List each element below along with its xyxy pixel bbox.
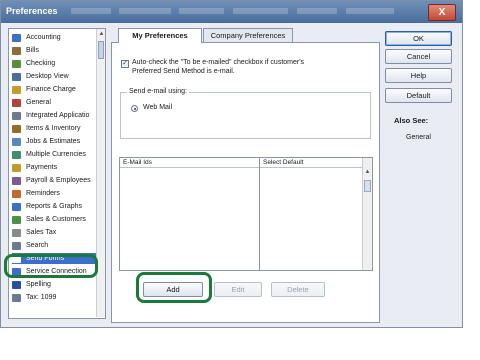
tab-my-preferences[interactable]: My Preferences: [118, 28, 202, 43]
title-bar[interactable]: Preferences X: [1, 1, 462, 23]
sidebar-scroll-thumb[interactable]: [98, 41, 104, 59]
sidebar-item-payroll-employees[interactable]: Payroll & Employees: [12, 175, 100, 186]
sidebar-item-reminders[interactable]: Reminders: [12, 188, 100, 199]
sidebar-item-label: General: [26, 99, 51, 106]
title-bar-background-menu: [71, 8, 111, 14]
sidebar-item-tax-1099[interactable]: Tax: 1099: [12, 292, 100, 303]
payments-icon: [12, 163, 21, 172]
sidebar-item-jobs-estimates[interactable]: Jobs & Estimates: [12, 136, 100, 147]
auto-check-checkbox[interactable]: ✓: [121, 60, 129, 68]
send-email-legend: Send e-mail using:: [127, 88, 189, 95]
sidebar-item-label: Bills: [26, 47, 39, 54]
multiple-currencies-icon: [12, 150, 21, 159]
email-ids-table[interactable]: E-Mail Ids Select Default ▲: [119, 157, 373, 271]
close-button[interactable]: X: [428, 4, 456, 21]
sidebar-item-label: Payments: [26, 164, 58, 171]
send-email-group: Send e-mail using: Web Mail: [120, 88, 371, 139]
sidebar-item-label: Sales Tax: [26, 229, 57, 236]
sidebar-item-sales-tax[interactable]: Sales Tax: [12, 227, 100, 238]
title-bar-background-menu: [346, 8, 394, 14]
sidebar-item-checking[interactable]: Checking: [12, 58, 100, 69]
title-bar-background-menu: [179, 8, 224, 14]
sidebar-item-spelling[interactable]: Spelling: [12, 279, 100, 290]
finance-charge-icon: [12, 85, 21, 94]
sidebar-item-payments[interactable]: Payments: [12, 162, 100, 173]
jobs-estimates-icon: [12, 137, 21, 146]
sidebar-item-label: Desktop View: [26, 73, 69, 80]
general-icon: [12, 98, 21, 107]
title-bar-background-menu: [233, 8, 288, 14]
reminders-icon: [12, 189, 21, 198]
sidebar-item-label: Reminders: [26, 190, 60, 197]
spelling-icon: [12, 280, 21, 289]
scroll-up-icon[interactable]: ▲: [98, 30, 105, 38]
sidebar-item-label: Items & Inventory: [26, 125, 81, 132]
sidebar-item-label: Integrated Applicatio: [26, 112, 90, 119]
sidebar-item-multiple-currencies[interactable]: Multiple Currencies: [12, 149, 100, 160]
web-mail-radio[interactable]: [131, 105, 138, 112]
sidebar-item-sales-customers[interactable]: Sales & Customers: [12, 214, 100, 225]
cancel-button[interactable]: Cancel: [385, 49, 452, 64]
integrated-applications-icon: [12, 111, 21, 120]
sidebar-item-reports-graphs[interactable]: Reports & Graphs: [12, 201, 100, 212]
title-bar-background-menu: [119, 8, 171, 14]
also-see-link-general[interactable]: General: [406, 134, 431, 141]
accounting-icon: [12, 33, 21, 42]
title-bar-background-menu: [297, 8, 337, 14]
reports-graphs-icon: [12, 202, 21, 211]
sidebar-item-general[interactable]: General: [12, 97, 100, 108]
highlight-add-button: [136, 272, 212, 303]
sidebar-item-label: Jobs & Estimates: [26, 138, 81, 145]
sidebar-item-label: Payroll & Employees: [26, 177, 91, 184]
sidebar-item-integrated-applications[interactable]: Integrated Applicatio: [12, 110, 100, 121]
sidebar-item-label: Tax: 1099: [26, 294, 57, 301]
ok-button[interactable]: OK: [385, 31, 452, 46]
column-header-email-ids[interactable]: E-Mail Ids: [120, 158, 259, 168]
web-mail-label: Web Mail: [143, 104, 173, 111]
default-button[interactable]: Default: [385, 88, 452, 103]
sidebar-item-label: Reports & Graphs: [26, 203, 83, 210]
sidebar-item-items-inventory[interactable]: Items & Inventory: [12, 123, 100, 134]
also-see-heading: Also See:: [394, 116, 429, 125]
sidebar-item-label: Accounting: [26, 34, 61, 41]
sidebar-item-label: Search: [26, 242, 49, 249]
sidebar-item-accounting[interactable]: Accounting: [12, 32, 100, 43]
column-header-select-default[interactable]: Select Default: [260, 158, 363, 168]
sidebar-item-label: Sales & Customers: [26, 216, 86, 223]
sidebar-item-search[interactable]: Search: [12, 240, 100, 251]
help-button[interactable]: Help: [385, 68, 452, 83]
window-title: Preferences: [6, 6, 58, 16]
column-divider: [259, 158, 260, 270]
tax-1099-icon: [12, 293, 21, 302]
sidebar-item-label: Spelling: [26, 281, 51, 288]
sidebar-item-label: Multiple Currencies: [26, 151, 86, 158]
sales-customers-icon: [12, 215, 21, 224]
bills-icon: [12, 46, 21, 55]
delete-button[interactable]: Delete: [271, 282, 325, 297]
table-scroll-thumb[interactable]: [364, 180, 371, 192]
table-scrollbar[interactable]: ▲: [362, 158, 372, 270]
sidebar-scrollbar[interactable]: ▲: [96, 29, 105, 317]
highlight-send-forms: [4, 254, 98, 278]
scroll-up-icon[interactable]: ▲: [364, 168, 371, 176]
items-inventory-icon: [12, 124, 21, 133]
sidebar-item-bills[interactable]: Bills: [12, 45, 100, 56]
checking-icon: [12, 59, 21, 68]
payroll-employees-icon: [12, 176, 21, 185]
sidebar-item-label: Checking: [26, 60, 56, 67]
auto-check-label: Auto-check the "To be e-mailed" checkbox…: [132, 59, 305, 75]
edit-button[interactable]: Edit: [214, 282, 262, 297]
sales-tax-icon: [12, 228, 21, 237]
preferences-window: Preferences X Accounting Bills Checking …: [0, 0, 463, 328]
search-icon: [12, 241, 21, 250]
sidebar-item-finance-charge[interactable]: Finance Charge: [12, 84, 100, 95]
sidebar-item-label: Finance Charge: [26, 86, 76, 93]
tab-company-preferences[interactable]: Company Preferences: [203, 28, 293, 42]
desktop-view-icon: [12, 72, 21, 81]
sidebar-item-desktop-view[interactable]: Desktop View: [12, 71, 100, 82]
